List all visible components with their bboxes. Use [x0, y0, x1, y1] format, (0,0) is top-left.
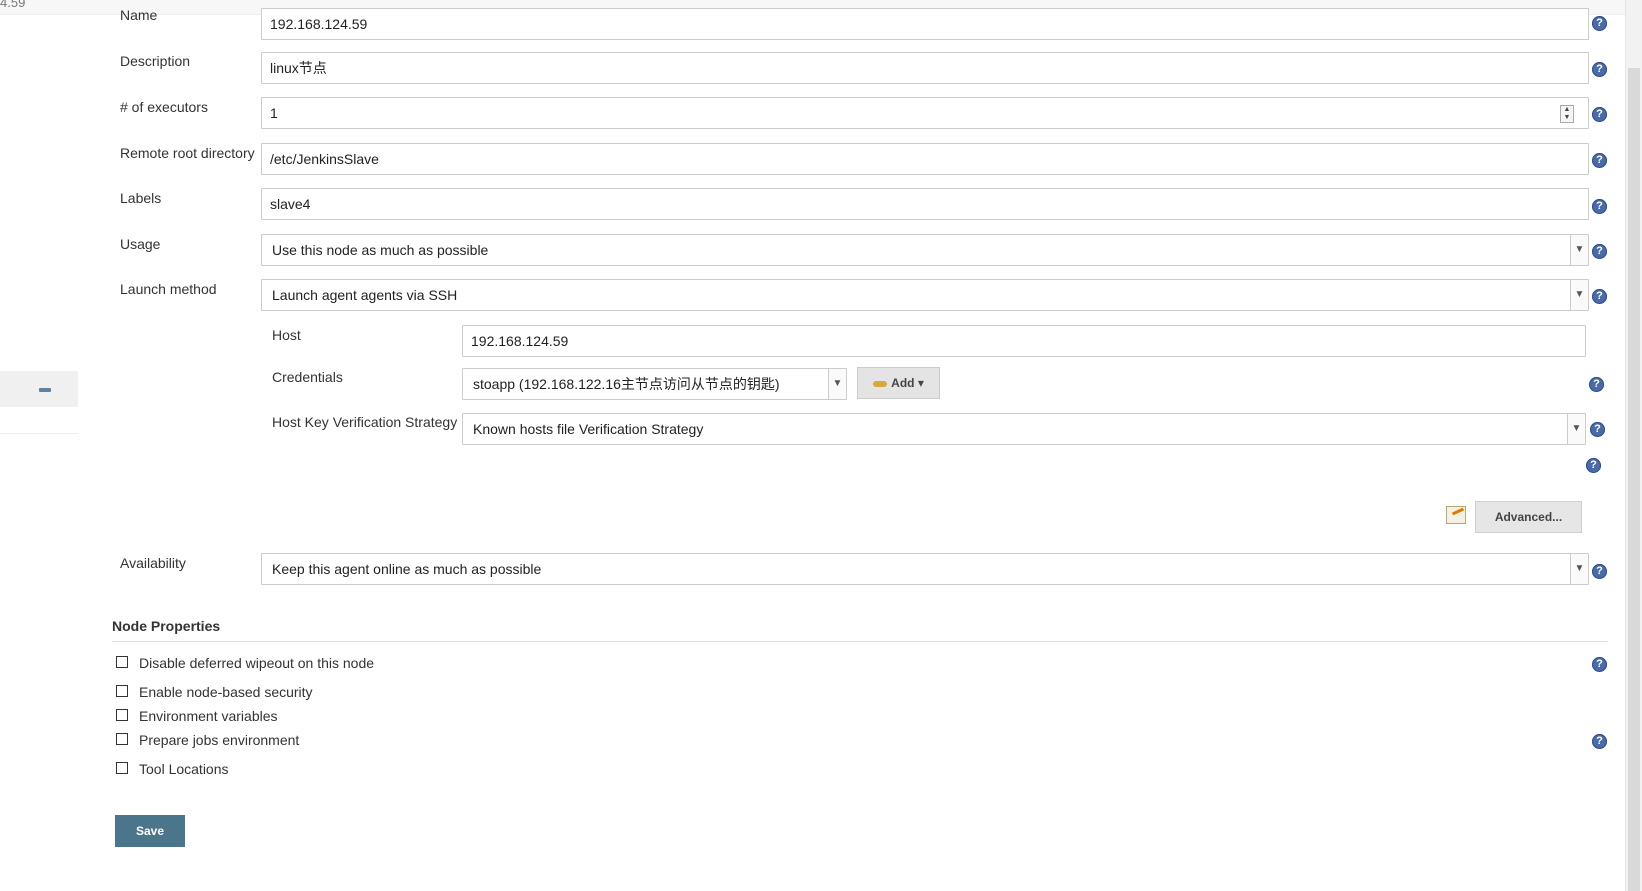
checkbox-env-vars[interactable] [116, 709, 128, 721]
host-key-select[interactable]: Known hosts file Verification Strategy ▼ [462, 413, 1586, 445]
help-icon[interactable]: ? [1586, 458, 1601, 473]
executors-input[interactable]: 1 ▲ ▼ [261, 97, 1589, 129]
launch-method-select[interactable]: Launch agent agents via SSH ▼ [261, 279, 1589, 311]
labels-label: Labels [120, 190, 162, 206]
key-icon [873, 380, 888, 387]
node-properties-heading: Node Properties [112, 618, 221, 634]
help-icon[interactable]: ? [1592, 62, 1607, 77]
name-label: Name [120, 7, 158, 23]
save-button[interactable]: Save [115, 815, 185, 847]
checkbox-label-node-security: Enable node-based security [139, 684, 313, 700]
section-divider [112, 641, 1608, 642]
chevron-down-icon[interactable]: ▼ [828, 369, 846, 399]
executors-label: # of executors [120, 99, 208, 115]
top-bar-fragment: 4.59 [0, 0, 26, 10]
help-icon[interactable]: ? [1592, 657, 1607, 672]
help-icon[interactable]: ? [1592, 734, 1607, 749]
name-input[interactable]: 192.168.124.59 [261, 8, 1589, 40]
side-panel-lower [0, 407, 78, 434]
executors-value: 1 [270, 105, 278, 121]
help-icon[interactable]: ? [1592, 244, 1607, 259]
launch-method-label: Launch method [120, 281, 217, 297]
collapse-icon[interactable] [39, 388, 51, 392]
checkbox-prepare-jobs[interactable] [116, 733, 128, 745]
availability-label: Availability [120, 555, 186, 571]
help-icon[interactable]: ? [1592, 199, 1607, 214]
credentials-label: Credentials [272, 369, 343, 385]
chevron-down-icon[interactable]: ▼ [1570, 554, 1588, 584]
checkbox-label-tool-locations: Tool Locations [139, 761, 229, 777]
help-icon[interactable]: ? [1592, 107, 1607, 122]
help-icon[interactable]: ? [1592, 289, 1607, 304]
scrollbar-thumb[interactable] [1628, 68, 1640, 891]
usage-label: Usage [120, 236, 161, 252]
usage-value: Use this node as much as possible [272, 242, 489, 258]
edit-notepad-icon [1446, 506, 1466, 524]
spinner-arrows-icon[interactable]: ▲ ▼ [1560, 105, 1574, 123]
help-icon[interactable]: ? [1592, 16, 1607, 31]
availability-select[interactable]: Keep this agent online as much as possib… [261, 553, 1589, 585]
usage-select[interactable]: Use this node as much as possible ▼ [261, 234, 1589, 266]
help-icon[interactable]: ? [1592, 564, 1607, 579]
checkbox-node-security[interactable] [116, 685, 128, 697]
checkbox-tool-locations[interactable] [116, 762, 128, 774]
chevron-down-icon[interactable]: ▼ [1570, 235, 1588, 265]
checkbox-label-env-vars: Environment variables [139, 708, 278, 724]
chevron-down-icon[interactable]: ▼ [1570, 280, 1588, 310]
add-credentials-label: Add [891, 376, 915, 390]
host-key-value: Known hosts file Verification Strategy [473, 421, 704, 437]
description-input[interactable]: linux节点 [261, 52, 1589, 84]
availability-value: Keep this agent online as much as possib… [272, 561, 542, 577]
credentials-select[interactable]: stoapp (192.168.122.16主节点访问从节点的钥匙) ▼ [462, 368, 847, 400]
remote-root-label: Remote root directory [120, 145, 255, 161]
checkbox-disable-wipeout[interactable] [116, 656, 128, 668]
labels-input[interactable]: slave4 [261, 188, 1589, 220]
advanced-button[interactable]: Advanced... [1475, 501, 1582, 533]
remote-root-input[interactable]: /etc/JenkinsSlave [261, 143, 1589, 175]
credentials-value: stoapp (192.168.122.16主节点访问从节点的钥匙) [473, 376, 780, 392]
help-icon[interactable]: ? [1590, 422, 1605, 437]
chevron-down-icon[interactable]: ▼ [1567, 414, 1585, 444]
launch-method-value: Launch agent agents via SSH [272, 287, 458, 303]
help-icon[interactable]: ? [1592, 153, 1607, 168]
scrollbar[interactable] [1625, 0, 1642, 891]
description-label: Description [120, 53, 191, 69]
host-input[interactable]: 192.168.124.59 [462, 325, 1586, 357]
help-icon[interactable]: ? [1589, 377, 1604, 392]
host-key-label: Host Key Verification Strategy [272, 414, 458, 430]
checkbox-label-disable-wipeout: Disable deferred wipeout on this node [139, 655, 375, 671]
checkbox-label-prepare-jobs: Prepare jobs environment [139, 732, 300, 748]
side-panel-collapse[interactable] [0, 371, 78, 407]
add-credentials-button[interactable]: Add ▾ [857, 367, 940, 399]
host-label: Host [272, 327, 301, 343]
